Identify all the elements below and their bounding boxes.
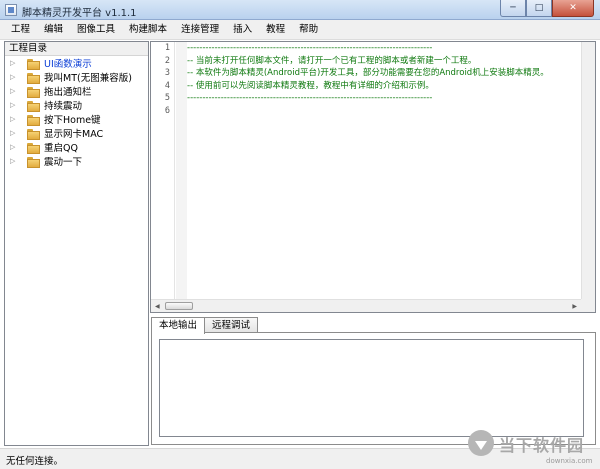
- tree-item-label: 重启QQ: [44, 143, 78, 154]
- tree-item[interactable]: ▷ 显示网卡MAC: [5, 126, 148, 140]
- watermark-url: downxia.com: [546, 457, 593, 465]
- folder-icon: [27, 142, 40, 154]
- tree-item-label: 显示网卡MAC: [44, 129, 104, 140]
- menu-tutorial[interactable]: 教程: [259, 20, 292, 40]
- menu-project[interactable]: 工程: [4, 20, 37, 40]
- tab-local-output[interactable]: 本地输出: [151, 317, 206, 334]
- output-panel: [151, 332, 596, 445]
- download-logo-icon: [468, 430, 494, 456]
- scroll-corner: [581, 299, 595, 312]
- maximize-button[interactable]: □: [526, 0, 552, 17]
- window-title: 脚本精灵开发平台 v1.1.1: [22, 8, 137, 19]
- fold-margin: [176, 42, 187, 300]
- expand-arrow-icon[interactable]: ▷: [10, 143, 19, 151]
- watermark-text: 当下软件园: [499, 436, 585, 455]
- code-line[interactable]: ----------------------------------------…: [187, 92, 582, 105]
- folder-icon: [27, 128, 40, 140]
- tree-item[interactable]: ▷ 拖出通知栏: [5, 84, 148, 98]
- vertical-scrollbar[interactable]: [581, 42, 595, 300]
- tab-remote-debug[interactable]: 远程调试: [204, 317, 259, 333]
- tree-item-label: 按下Home键: [44, 115, 101, 126]
- output-textbox[interactable]: [159, 339, 584, 437]
- menu-edit[interactable]: 编辑: [37, 20, 70, 40]
- tree-item-label: 持续震动: [44, 101, 83, 112]
- menu-connection[interactable]: 连接管理: [174, 20, 226, 40]
- close-button[interactable]: ✕: [552, 0, 594, 17]
- tree-item-label: 我叫MT(无图兼容版): [44, 73, 132, 84]
- line-number: 4: [164, 80, 170, 91]
- expand-arrow-icon[interactable]: ▷: [10, 101, 19, 109]
- project-tree-title: 工程目录: [5, 42, 148, 56]
- window-controls: ─ □ ✕: [500, 0, 594, 17]
- expand-arrow-icon[interactable]: ▷: [10, 59, 19, 67]
- expand-arrow-icon[interactable]: ▷: [10, 115, 19, 123]
- title-bar: 脚本精灵开发平台 v1.1.1 ─ □ ✕: [0, 0, 600, 20]
- code-line[interactable]: -- 当前未打开任何脚本文件，请打开一个已有工程的脚本或者新建一个工程。: [187, 55, 582, 68]
- folder-icon: [27, 114, 40, 126]
- watermark: 当下软件园 downxia.com: [466, 430, 600, 466]
- tree-item[interactable]: ▷ 按下Home键: [5, 112, 148, 126]
- tree-item-label: UI函数演示: [44, 59, 92, 70]
- code-line[interactable]: -- 使用前可以先阅读脚本精灵教程，教程中有详细的介绍和示例。: [187, 80, 582, 93]
- expand-arrow-icon[interactable]: ▷: [10, 157, 19, 165]
- expand-arrow-icon[interactable]: ▷: [10, 87, 19, 95]
- tree-item[interactable]: ▷ UI函数演示: [5, 56, 148, 70]
- code-line[interactable]: ----------------------------------------…: [187, 42, 582, 55]
- line-number: 6: [164, 105, 170, 116]
- scroll-left-icon[interactable]: ◀: [155, 303, 160, 310]
- menu-image-tools[interactable]: 图像工具: [70, 20, 122, 40]
- folder-icon: [27, 72, 40, 84]
- expand-arrow-icon[interactable]: ▷: [10, 129, 19, 137]
- tree-item[interactable]: ▷ 震动一下: [5, 154, 148, 168]
- line-number-gutter: 1 2 3 4 5 6: [151, 42, 175, 300]
- expand-arrow-icon[interactable]: ▷: [10, 73, 19, 81]
- line-number: 3: [164, 68, 170, 78]
- folder-icon: [27, 58, 40, 70]
- code-line[interactable]: [187, 105, 582, 118]
- menu-insert[interactable]: 插入: [226, 20, 259, 40]
- tree-item[interactable]: ▷ 重启QQ: [5, 140, 148, 154]
- connection-status: 无任何连接。: [6, 456, 64, 467]
- output-tabs: 本地输出 远程调试: [151, 317, 259, 334]
- project-tree-pane: 工程目录 ▷ UI函数演示 ▷ 我叫MT(无图兼容版) ▷ 拖出通知栏 ▷ 持续…: [4, 41, 149, 446]
- tree-item[interactable]: ▷ 我叫MT(无图兼容版): [5, 70, 148, 84]
- code-area[interactable]: ----------------------------------------…: [187, 42, 582, 300]
- code-line[interactable]: -- 本软件为脚本精灵(Android平台)开发工具，部分功能需要在您的Andr…: [187, 67, 582, 80]
- app-icon: [5, 4, 17, 16]
- scroll-right-icon[interactable]: ▶: [572, 303, 577, 310]
- tree-item-label: 震动一下: [44, 157, 83, 168]
- scroll-thumb[interactable]: [165, 302, 193, 310]
- menu-bar: 工程 编辑 图像工具 构建脚本 连接管理 插入 教程 帮助: [0, 20, 600, 40]
- line-number: 5: [164, 93, 170, 103]
- folder-icon: [27, 156, 40, 168]
- folder-icon: [27, 100, 40, 112]
- folder-icon: [27, 86, 40, 98]
- tree-item-label: 拖出通知栏: [44, 87, 92, 98]
- code-editor[interactable]: 1 2 3 4 5 6 ----------------------------…: [150, 41, 596, 313]
- horizontal-scrollbar[interactable]: ◀ ▶: [151, 299, 581, 312]
- menu-help[interactable]: 帮助: [292, 20, 325, 40]
- line-number: 2: [164, 55, 170, 66]
- minimize-button[interactable]: ─: [500, 0, 526, 17]
- menu-build-script[interactable]: 构建脚本: [122, 20, 174, 40]
- line-number: 1: [164, 43, 170, 53]
- tree-item[interactable]: ▷ 持续震动: [5, 98, 148, 112]
